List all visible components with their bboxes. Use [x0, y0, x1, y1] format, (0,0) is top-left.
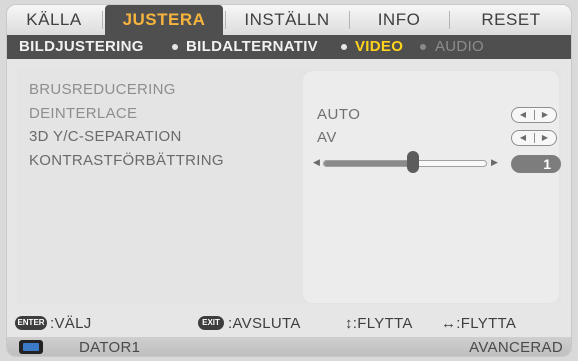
tab-divider — [349, 11, 350, 29]
right-arrow-icon[interactable]: ▶ — [534, 108, 556, 122]
left-arrow-icon[interactable]: ◀ — [512, 131, 534, 145]
exit-hint: :AVSLUTA — [228, 315, 301, 332]
menu-mode: AVANCERAD — [469, 339, 563, 356]
exit-key-icon: EXIT — [198, 316, 224, 330]
tab-divider — [102, 11, 103, 29]
tab-installn[interactable]: INSTÄLLN — [227, 5, 347, 35]
tab-reset[interactable]: RESET — [451, 5, 571, 35]
separator-dot — [341, 44, 347, 50]
left-arrow-icon[interactable]: ◀ — [512, 108, 534, 122]
move-horizontal-hint: ↔:FLYTTA — [441, 315, 517, 332]
sub-tabs: BILDJUSTERING BILDALTERNATIV VIDEO AUDIO — [7, 35, 571, 59]
yc-separation-selector[interactable]: ◀ ▶ — [511, 130, 557, 146]
input-source: DATOR1 — [79, 339, 141, 356]
main-tabs: KÄLLA JUSTERA INSTÄLLN INFO RESET — [7, 5, 571, 36]
contrast-value-badge: 1 — [511, 155, 561, 173]
slider-left-arrow-icon[interactable]: ◀ — [313, 157, 320, 168]
separator-dot — [172, 44, 178, 50]
projector-osd: KÄLLA JUSTERA INSTÄLLN INFO RESET BILDJU… — [0, 0, 578, 361]
noise-reduction-label[interactable]: BRUSREDUCERING — [29, 81, 176, 98]
yc-separation-label[interactable]: 3D Y/C-SEPARATION — [29, 128, 182, 145]
subtab-audio: AUDIO — [435, 38, 485, 55]
slider-fill — [324, 161, 415, 166]
tab-info[interactable]: INFO — [351, 5, 447, 35]
help-bar: ENTER :VÄLJ EXIT :AVSLUTA ↕:FLYTTA ↔:FLY… — [15, 313, 565, 335]
slider-knob[interactable] — [407, 151, 420, 173]
contrast-slider[interactable] — [323, 160, 487, 167]
deinterlace-selector[interactable]: ◀ ▶ — [511, 107, 557, 123]
yc-separation-value: AV — [317, 129, 337, 146]
enter-key-icon: ENTER — [15, 316, 47, 330]
deinterlace-value: AUTO — [317, 106, 361, 123]
status-bar: DATOR1 AVANCERAD — [7, 337, 571, 356]
subtab-video[interactable]: VIDEO — [355, 35, 403, 59]
tab-justera[interactable]: JUSTERA — [105, 5, 223, 35]
computer-source-icon — [19, 340, 43, 354]
footer: ENTER :VÄLJ EXIT :AVSLUTA ↕:FLYTTA ↔:FLY… — [7, 313, 571, 356]
settings-panel: BRUSREDUCERING DEINTERLACE AUTO ◀ ▶ 3D Y… — [17, 69, 561, 305]
tab-divider — [449, 11, 450, 29]
move-vertical-hint: ↕:FLYTTA — [345, 315, 413, 332]
separator-dot — [420, 44, 426, 50]
slider-right-arrow-icon[interactable]: ▶ — [491, 157, 498, 168]
subtab-bildjustering[interactable]: BILDJUSTERING — [19, 35, 144, 59]
menu-window: KÄLLA JUSTERA INSTÄLLN INFO RESET BILDJU… — [6, 4, 572, 357]
subtab-bildalternativ[interactable]: BILDALTERNATIV — [186, 35, 318, 59]
deinterlace-label[interactable]: DEINTERLACE — [29, 105, 137, 122]
contrast-enhancement-label[interactable]: KONTRASTFÖRBÄTTRING — [29, 152, 224, 169]
tab-kalla[interactable]: KÄLLA — [7, 5, 101, 35]
select-hint: :VÄLJ — [50, 315, 92, 332]
tab-divider — [225, 11, 226, 29]
right-arrow-icon[interactable]: ▶ — [534, 131, 556, 145]
